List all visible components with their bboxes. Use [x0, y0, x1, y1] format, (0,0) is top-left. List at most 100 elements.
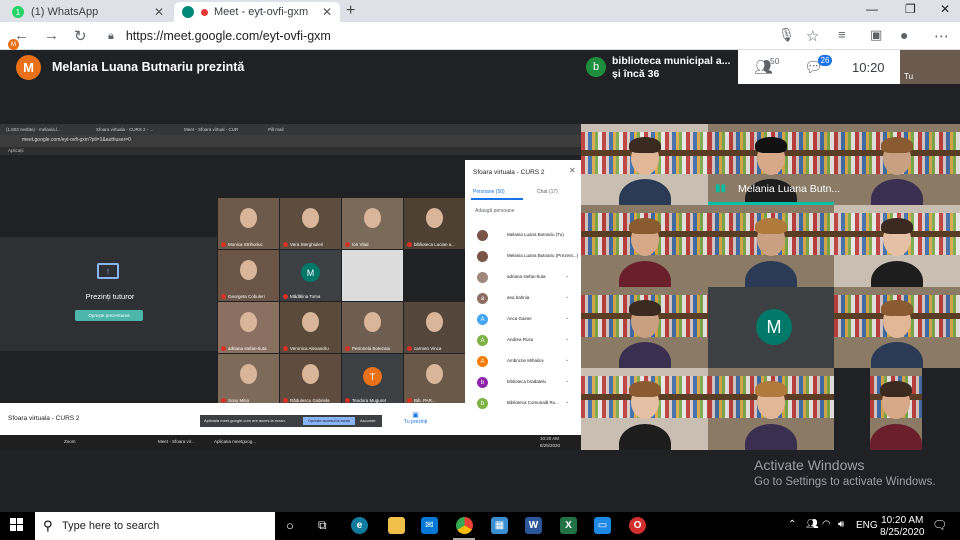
- tray-chevron-icon[interactable]: ⌃: [788, 519, 796, 530]
- reload-icon[interactable]: ↻: [74, 27, 87, 45]
- grid-tile[interactable]: Bib. PAR...: [404, 354, 465, 405]
- chevron-down-icon[interactable]: ⌄: [565, 399, 569, 405]
- grid-tile[interactable]: T Teodora Muguret: [342, 354, 403, 405]
- stop-sharing-button[interactable]: Oprește accesul la ecran: [303, 417, 355, 425]
- close-tab-icon[interactable]: ✕: [322, 5, 332, 19]
- grid-tile[interactable]: Vera Sterghiuleri: [280, 198, 341, 249]
- video-tile[interactable]: [708, 205, 834, 287]
- tab-whatsapp[interactable]: 1 (1) WhatsApp ✕: [4, 2, 172, 22]
- word-icon[interactable]: W: [525, 517, 542, 534]
- remote-desktop-icon[interactable]: ▭: [594, 517, 611, 534]
- photos-icon[interactable]: ▦: [491, 517, 508, 534]
- participant-chip[interactable]: b biblioteca municipal a... și încă 36: [578, 50, 738, 84]
- file-explorer-icon[interactable]: [388, 517, 405, 534]
- hide-button[interactable]: Ascunde: [360, 418, 376, 423]
- participant-hair: [880, 381, 912, 397]
- chevron-down-icon[interactable]: ⌄: [565, 294, 569, 300]
- close-window-button[interactable]: ✕: [940, 2, 950, 16]
- video-tile[interactable]: [870, 368, 922, 450]
- edge-icon[interactable]: e: [351, 517, 368, 534]
- video-tile[interactable]: [581, 124, 708, 205]
- notification-icon[interactable]: 🗨︎: [932, 518, 947, 532]
- grid-tile[interactable]: Rădulescu Gabriela: [280, 354, 341, 405]
- task-view-icon[interactable]: ⧉: [318, 518, 327, 533]
- maximize-button[interactable]: ❐: [905, 2, 916, 16]
- grid-tile[interactable]: carmen Vinca: [404, 302, 465, 353]
- participant-chip-line2: și încă 36: [612, 68, 660, 80]
- grid-tile[interactable]: adriana stefan-tiuta: [218, 302, 279, 353]
- grid-tile[interactable]: [342, 250, 403, 301]
- video-tile[interactable]: [708, 368, 834, 450]
- video-tile[interactable]: [834, 205, 960, 287]
- excel-icon[interactable]: X: [560, 517, 577, 534]
- grid-tile[interactable]: M Mădălina Toma: [280, 250, 341, 301]
- people-list-item[interactable]: Melania Luana Butnariu (Tu): [465, 226, 581, 246]
- star-icon[interactable]: ☆: [806, 27, 819, 45]
- video-tile[interactable]: [581, 287, 708, 368]
- participant-avatar: [477, 230, 488, 241]
- minimize-button[interactable]: —: [866, 2, 878, 16]
- grid-tile[interactable]: [404, 250, 465, 301]
- language-indicator[interactable]: ENG: [856, 520, 878, 531]
- chrome-icon[interactable]: [456, 517, 473, 534]
- people-list-item[interactable]: adriana stefan-tiuta ⌄: [465, 268, 581, 288]
- people-tray-icon[interactable]: 👥︎: [806, 519, 819, 530]
- chevron-down-icon[interactable]: ⌄: [565, 336, 569, 342]
- you-are-presenting-button[interactable]: ▣ Tu prezinți: [404, 411, 427, 425]
- grid-tile[interactable]: Sony Mitia: [218, 354, 279, 405]
- grid-tile[interactable]: biblioteca Lucian a...: [404, 198, 465, 249]
- tab-meet[interactable]: Meet - eyt-ovfi-gxm ✕: [174, 2, 340, 22]
- video-tile[interactable]: [834, 124, 960, 205]
- chevron-down-icon[interactable]: ⌄: [565, 315, 569, 321]
- volume-icon[interactable]: 🔊︎: [838, 519, 844, 530]
- video-tile[interactable]: [581, 368, 708, 450]
- microphone-icon[interactable]: 🎙︎: [778, 27, 795, 43]
- profile-icon[interactable]: ●: [900, 27, 908, 43]
- people-list-item[interactable]: a ana bahnia ⌄: [465, 289, 581, 309]
- people-list-item[interactable]: A Anca Gainei ⌄: [465, 310, 581, 330]
- new-tab-button[interactable]: +: [346, 2, 355, 20]
- video-tile-initial[interactable]: M: [708, 287, 834, 368]
- chevron-down-icon[interactable]: ⌄: [565, 273, 569, 279]
- close-icon[interactable]: ✕: [569, 166, 576, 175]
- grid-tile[interactable]: Monica Strihoriuc: [218, 198, 279, 249]
- cortana-icon[interactable]: ○: [286, 518, 294, 533]
- people-list-item[interactable]: b Biblioteca Comunală Ru... ⌄: [465, 394, 581, 414]
- wifi-icon[interactable]: ◠: [822, 519, 831, 530]
- opera-icon[interactable]: O: [629, 517, 646, 534]
- mail-icon[interactable]: ✉: [421, 517, 438, 534]
- stop-presenting-button[interactable]: Oprește prezentarea: [75, 310, 143, 321]
- grid-tile[interactable]: Petronela Botezatu: [342, 302, 403, 353]
- grid-tile[interactable]: Veronica Alexandru: [280, 302, 341, 353]
- windows-start-icon[interactable]: [10, 518, 24, 532]
- participant-avatar: a: [477, 293, 488, 304]
- close-tab-icon[interactable]: ✕: [154, 5, 164, 19]
- people-list-item[interactable]: A Andrea Rusu ⌄: [465, 331, 581, 351]
- tray-time: 10:20 AM: [881, 515, 924, 526]
- add-people-button[interactable]: Adaugă persoane: [475, 208, 514, 214]
- collections-icon[interactable]: ▣: [870, 27, 882, 43]
- video-tile[interactable]: [834, 287, 960, 368]
- grid-tile[interactable]: Georgeta Cobuleri: [218, 250, 279, 301]
- participant-face: [364, 312, 381, 332]
- favorites-icon[interactable]: ≡: [838, 27, 846, 42]
- taskbar-search[interactable]: ⚲ Type here to search: [35, 512, 275, 540]
- people-list-item[interactable]: Melania Luana Butnariu (Prezent...): [465, 247, 581, 267]
- tab-chat[interactable]: Chat (17): [537, 189, 558, 195]
- participant-face: [302, 312, 319, 332]
- chevron-down-icon[interactable]: ⌄: [565, 378, 569, 384]
- video-tile[interactable]: [581, 205, 708, 287]
- grid-tile[interactable]: Ion Vlad: [342, 198, 403, 249]
- url-field[interactable]: 🔒︎ https://meet.google.com/eyt-ovfi-gxm: [108, 26, 828, 46]
- people-list-item[interactable]: A Ambrozie Mihailov ⌄: [465, 352, 581, 372]
- self-video-tile[interactable]: Tu: [900, 50, 960, 84]
- tray-clock[interactable]: 10:20 AM 8/25/2020: [880, 515, 925, 539]
- grid-tile-avatar: M: [301, 263, 320, 282]
- grid-tile-name-text: Ion Vlad: [352, 242, 369, 247]
- participant-avatar: A: [477, 356, 488, 367]
- more-icon[interactable]: ⋯: [934, 27, 949, 45]
- tab-people[interactable]: Persoane (50): [473, 189, 505, 195]
- muted-icon: [283, 242, 288, 247]
- chevron-down-icon[interactable]: ⌄: [565, 357, 569, 363]
- people-list-item[interactable]: b biblioteca bradatelu ⌄: [465, 373, 581, 393]
